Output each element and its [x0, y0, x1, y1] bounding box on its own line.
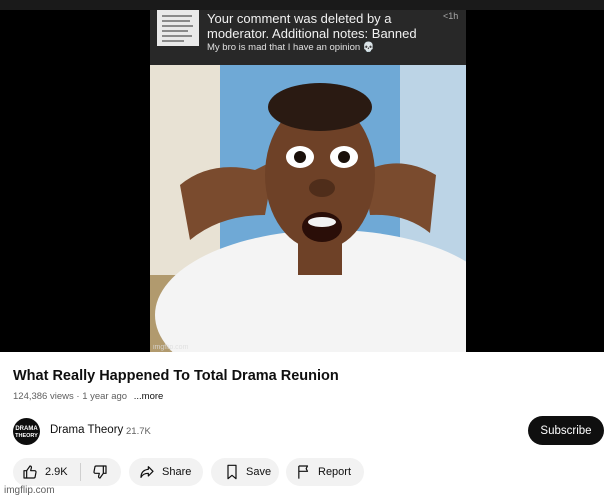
like-dislike-group: 2.9K	[13, 458, 121, 486]
like-count: 2.9K	[45, 466, 68, 478]
video-title: What Really Happened To Total Drama Reun…	[13, 368, 339, 384]
notification-headline: Your comment was deleted by a moderator.…	[207, 11, 417, 41]
svg-text:THEORY: THEORY	[15, 433, 38, 439]
report-label: Report	[318, 466, 352, 478]
subscribe-button[interactable]: Subscribe	[528, 416, 604, 445]
save-label: Save	[246, 466, 272, 478]
channel-name[interactable]: Drama Theory	[50, 424, 123, 436]
view-count: 124,386 views	[13, 391, 74, 402]
share-icon	[140, 466, 154, 478]
svg-text:DRAMA: DRAMA	[15, 426, 38, 432]
dislike-icon	[93, 465, 107, 479]
youtube-notification: Your comment was deleted by a moderator.…	[150, 10, 466, 65]
upload-age: 1 year ago	[82, 391, 128, 402]
report-button[interactable]: Report	[286, 458, 364, 486]
notification-time: <1h	[443, 11, 459, 21]
video-meta: 124,386 views · 1 year ago ...more	[13, 391, 164, 402]
share-button[interactable]: Share	[129, 458, 203, 486]
subscriber-count: 21.7K	[126, 426, 151, 437]
video-player[interactable]: Your comment was deleted by a moderator.…	[0, 0, 604, 352]
imgflip-watermark: imgflip.com	[4, 485, 55, 496]
channel-avatar[interactable]: DRAMA THEORY	[13, 418, 40, 445]
save-icon	[227, 464, 237, 480]
meme-photo: imgflip.com	[150, 65, 466, 352]
like-button[interactable]: 2.9K	[13, 458, 68, 486]
more-link[interactable]: ...more	[134, 391, 164, 402]
notification-thumbnail	[157, 10, 199, 46]
save-button[interactable]: Save	[211, 458, 279, 486]
dislike-button[interactable]	[81, 458, 108, 486]
notification-subtext: My bro is mad that I have an opinion 💀	[207, 42, 375, 53]
video-watermark: imgflip.com	[153, 344, 189, 351]
flag-icon	[298, 465, 309, 479]
like-icon	[23, 465, 37, 479]
share-label: Share	[162, 466, 192, 478]
video-frame: Your comment was deleted by a moderator.…	[150, 10, 466, 352]
player-top-bar	[0, 0, 604, 10]
